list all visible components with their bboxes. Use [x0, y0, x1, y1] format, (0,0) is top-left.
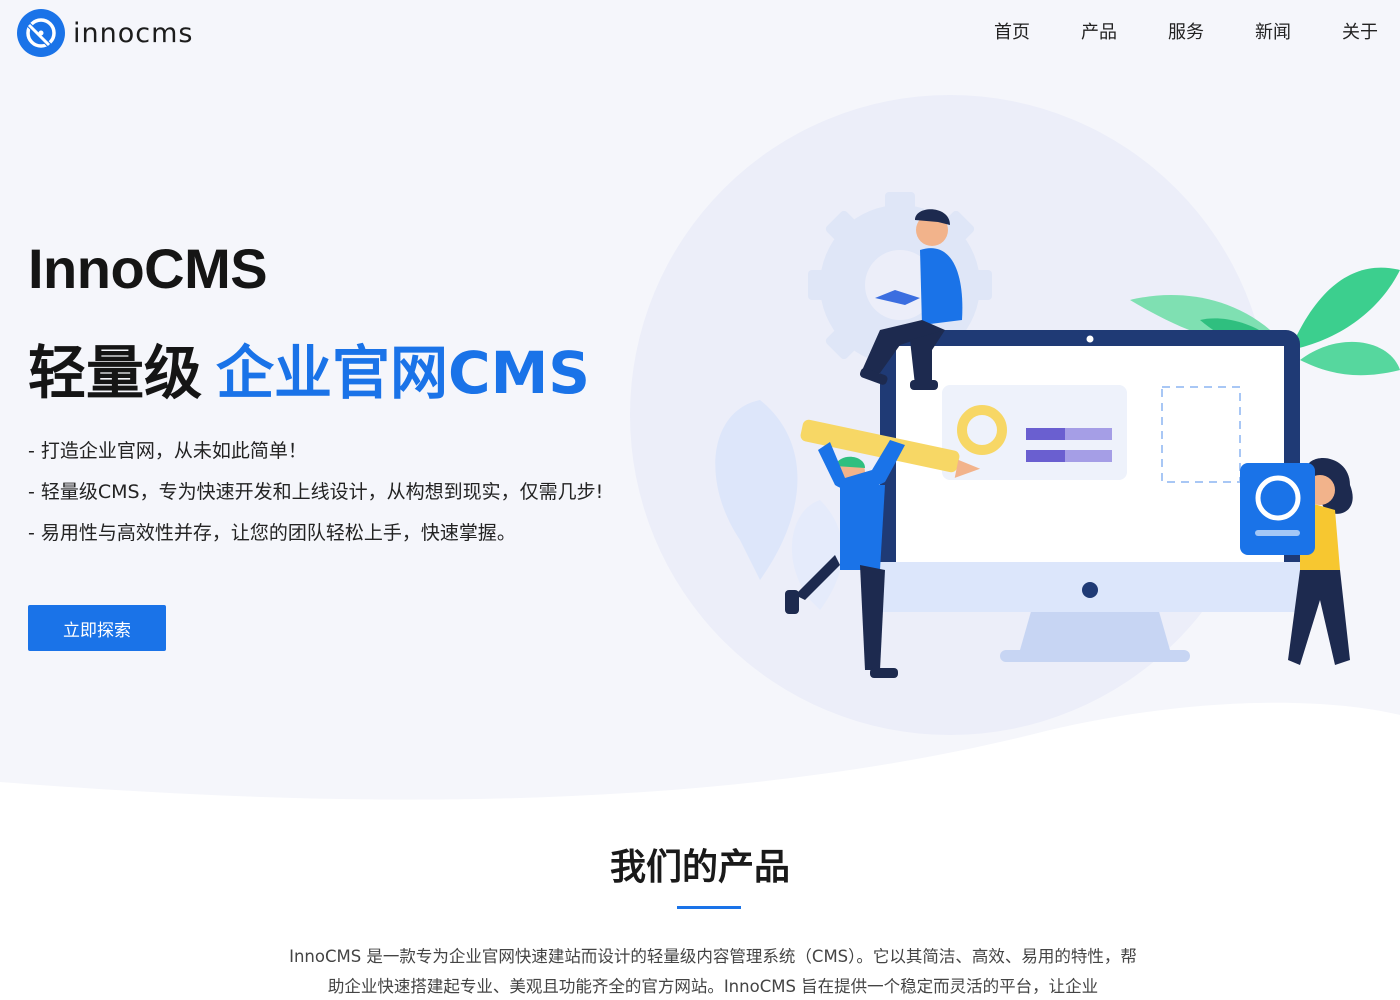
- logo[interactable]: innocms: [17, 9, 193, 57]
- hero-subtitle-accent: 企业官网CMS: [216, 339, 591, 407]
- feature-item: - 易用性与高效性并存，让您的团队轻松上手，快速掌握。: [28, 522, 516, 544]
- nav-item-products[interactable]: 产品: [1081, 20, 1117, 46]
- hero-subtitle: 轻量级 企业官网CMS: [28, 326, 590, 410]
- main-nav: 首页 产品 服务 新闻 关于: [943, 20, 1378, 46]
- monitor-icon: [880, 330, 1300, 662]
- feature-item: - 轻量级CMS，专为快速开发和上线设计，从构想到现实，仅需几步!: [28, 481, 604, 503]
- feature-item: - 打造企业官网，从未如此简单！: [28, 440, 307, 462]
- leaf-left: [715, 400, 798, 580]
- products-title: 我们的产品: [609, 847, 790, 888]
- hero-section: innocms 首页 产品 服务 新闻 关于 InnoCMS 轻量级 企业官网CM…: [0, 0, 1400, 800]
- products-title-underline: [677, 906, 741, 909]
- nav-item-home[interactable]: 首页: [994, 20, 1030, 46]
- logo-text: innocms: [73, 17, 194, 49]
- logo-icon: [17, 9, 65, 57]
- hero-title: InnoCMS: [28, 237, 268, 300]
- hero-bottom-wave: [0, 702, 1400, 800]
- explore-button[interactable]: 立即探索: [28, 605, 166, 651]
- hero-illustration: [715, 192, 1400, 678]
- feature-list: - 打造企业官网，从未如此简单！ - 轻量级CMS，专为快速开发和上线设计，从构…: [28, 436, 603, 559]
- site-header: innocms 首页 产品 服务 新闻 关于: [0, 0, 1400, 66]
- nav-item-news[interactable]: 新闻: [1255, 20, 1291, 46]
- hero-subtitle-plain: 轻量级: [28, 339, 203, 407]
- nav-item-about[interactable]: 关于: [1342, 20, 1378, 46]
- nav-item-services[interactable]: 服务: [1168, 20, 1204, 46]
- products-description: InnoCMS 是一款专为企业官网快速建站而设计的轻量级内容管理系统（CMS）。…: [289, 947, 1137, 996]
